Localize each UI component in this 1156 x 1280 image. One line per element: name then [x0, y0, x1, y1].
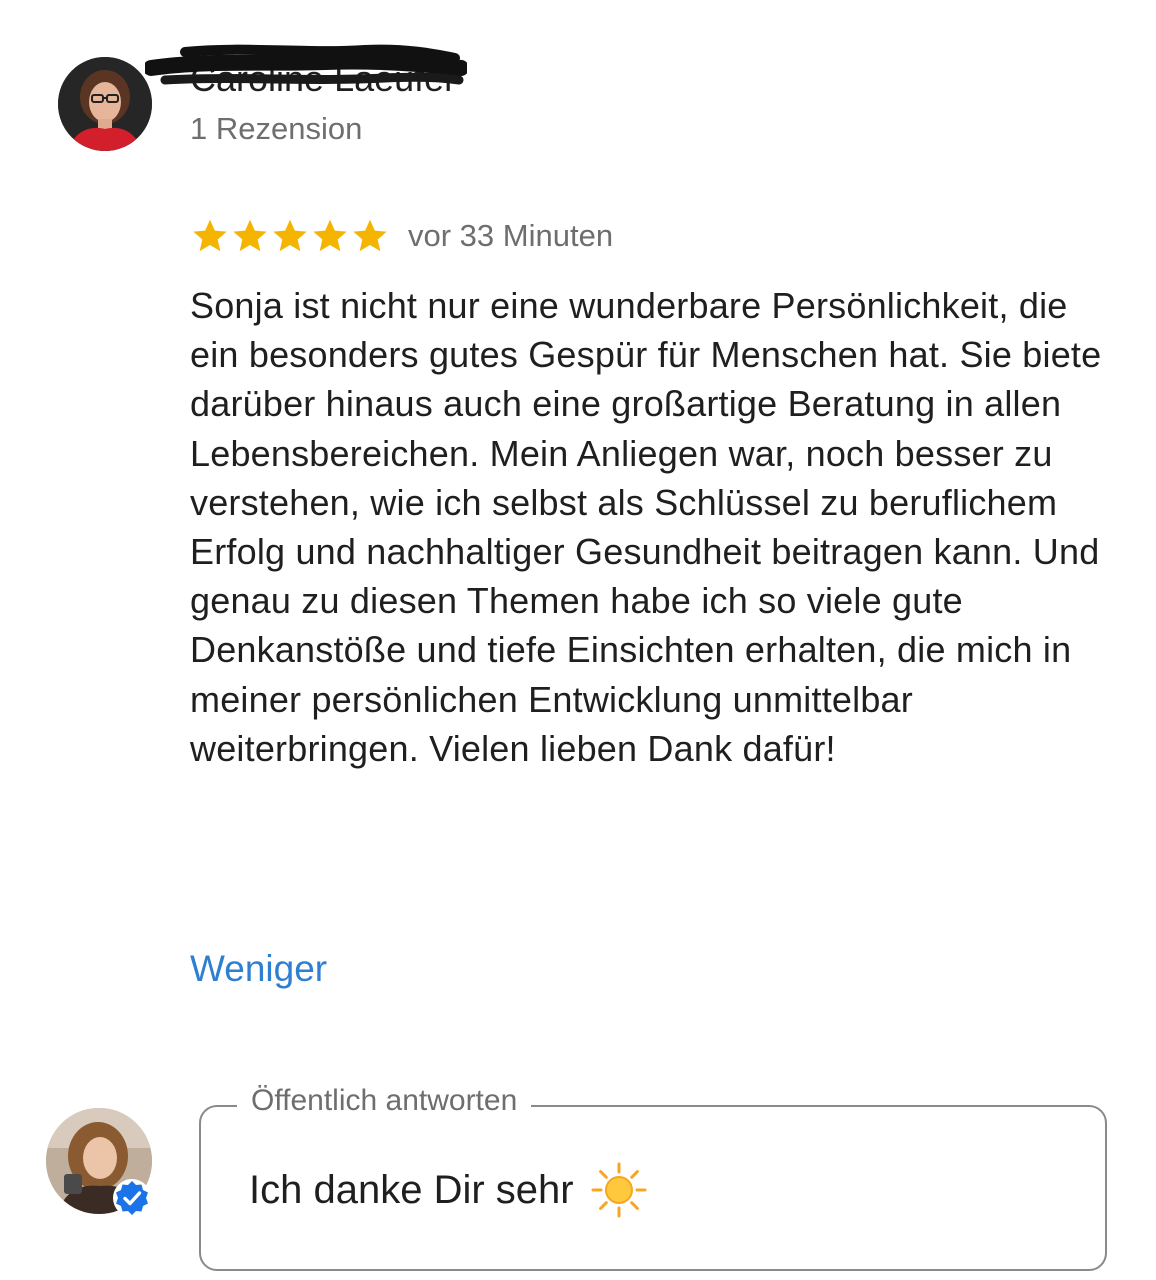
review-timestamp: vor 33 Minuten	[408, 218, 614, 253]
star-icon	[313, 219, 347, 252]
reviewer-name[interactable]: Caroline Laeufer	[190, 58, 456, 100]
review-text: Sonja ist nicht nur eine wunderbare Pers…	[190, 285, 1102, 769]
star-icon	[193, 219, 227, 252]
star-icon	[273, 219, 307, 252]
owner-avatar	[46, 1108, 152, 1217]
public-reply-field[interactable]: Öffentlich antworten Ich danke Dir sehr	[199, 1082, 1107, 1271]
reply-field-label: Öffentlich antworten	[237, 1082, 532, 1120]
reply-input[interactable]: Ich danke Dir sehr	[249, 1161, 648, 1219]
show-less-link[interactable]: Weniger	[190, 946, 327, 992]
reviewer-review-count: 1 Rezension	[190, 111, 363, 146]
star-rating	[190, 216, 390, 256]
star-icon	[353, 219, 387, 252]
verified-check-icon	[113, 1179, 151, 1217]
reply-text: Ich danke Dir sehr	[249, 1168, 574, 1212]
rating-row: vor 33 Minuten	[190, 214, 613, 258]
reviewer-avatar[interactable]	[58, 57, 152, 151]
sun-icon	[591, 1162, 647, 1218]
star-icon	[233, 219, 267, 252]
review-screen: Caroline Laeufer 1 Rezension vor 33 Minu…	[0, 0, 1156, 1280]
reviewer-photo	[58, 57, 152, 151]
